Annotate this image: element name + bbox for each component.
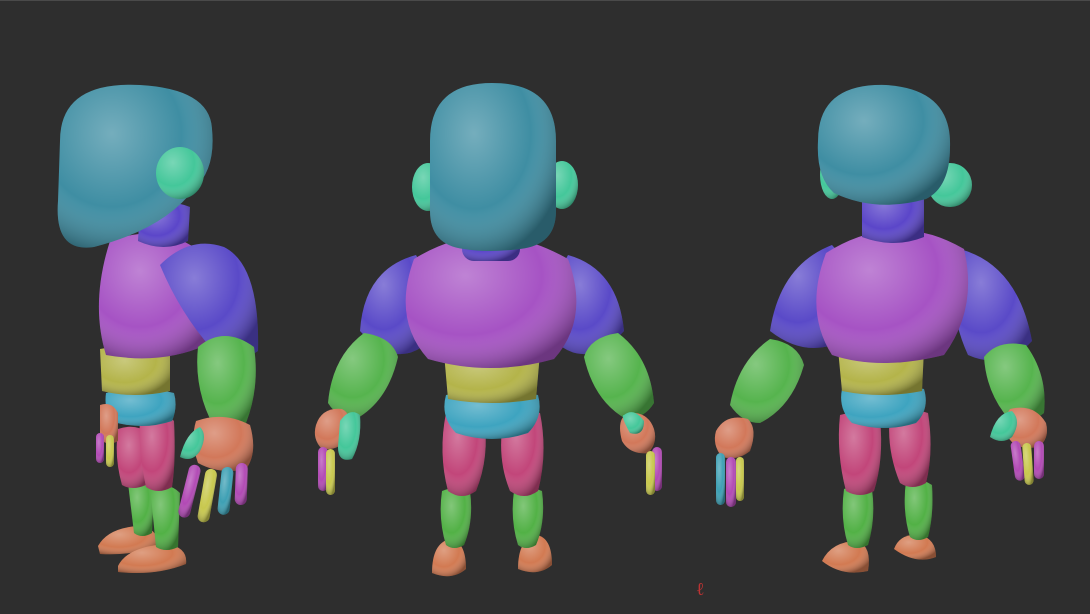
finger [197,468,217,523]
cursor-marker-icon: ℓ [696,579,705,600]
back-finger [96,433,104,463]
character-three-quarter-view [714,84,1047,573]
head [430,83,556,251]
sculpt-viewport[interactable]: ℓ [0,0,1090,613]
right-finger [646,451,655,495]
finger [217,466,234,515]
left-hand [714,417,754,459]
right-finger [1022,442,1034,485]
left-shin [440,488,472,548]
left-shin [842,486,874,548]
finger [178,464,201,518]
character-back-view [314,83,662,577]
left-finger [726,457,736,507]
finger [234,462,248,505]
chest [816,229,969,363]
left-forearm [730,339,804,423]
left-forearm [328,333,398,419]
left-finger [716,453,725,505]
right-shin [904,479,933,540]
character-render [57,83,1047,577]
character-side-view [57,84,259,573]
forearm [197,336,256,427]
right-forearm [584,333,654,419]
left-finger [736,457,744,501]
back-finger [106,435,114,467]
left-finger [326,449,335,495]
head [817,84,951,205]
left-thumb [338,412,361,460]
ear [156,147,204,199]
right-finger [1034,441,1044,479]
